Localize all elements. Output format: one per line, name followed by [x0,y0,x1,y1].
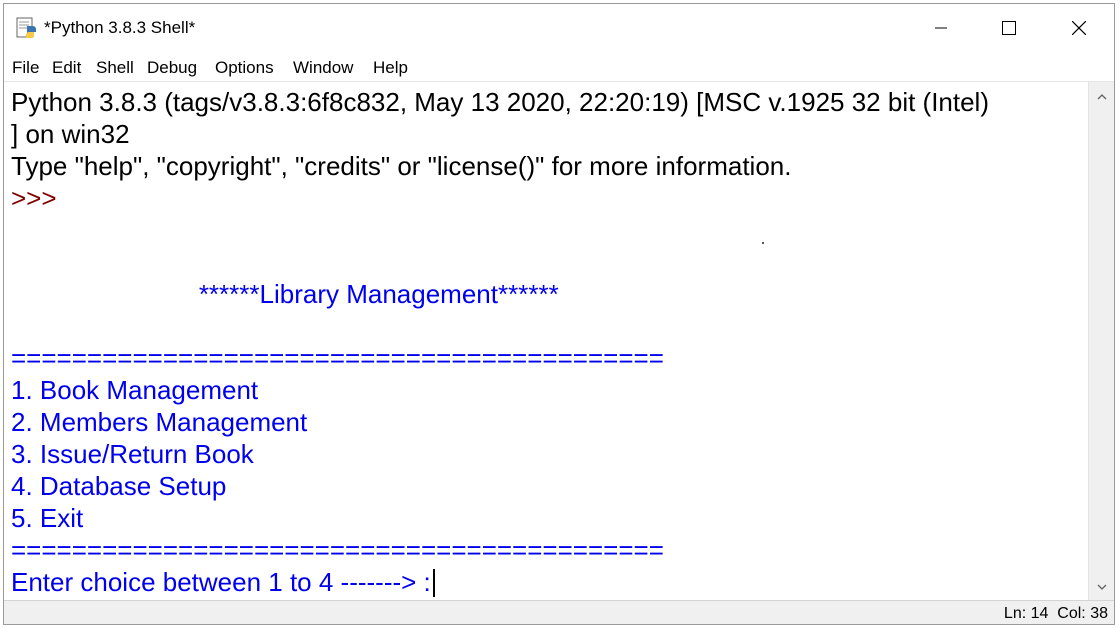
minimize-button[interactable] [906,4,976,52]
menu-file[interactable]: File [12,58,39,78]
menu-option: 5. Exit [11,503,84,533]
menu-help[interactable]: Help [373,58,408,78]
separator-line: ========================================… [11,343,664,373]
menu-option: 3. Issue/Return Book [11,439,254,469]
scroll-up-button[interactable] [1089,86,1114,108]
python-idle-icon [16,16,38,40]
close-icon [1072,21,1086,35]
menu-debug[interactable]: Debug [147,58,197,78]
menu-shell[interactable]: Shell [96,58,134,78]
window-title: *Python 3.8.3 Shell* [44,18,196,37]
menu-options[interactable]: Options [215,58,274,78]
menu-edit[interactable]: Edit [52,58,81,78]
minimize-icon [935,27,947,29]
input-prompt-line: Enter choice between 1 to 4 -------> : [11,567,431,597]
cursor-position: Ln: 14 Col: 38 [1004,605,1108,623]
menu-option: 1. Book Management [11,375,259,405]
line-number: Ln: 14 [1003,605,1049,622]
menu-heading: ******Library Management****** [11,279,559,309]
chevron-up-icon [1097,94,1106,100]
shell-line: Type "help", "copyright", "credits" or "… [11,151,792,181]
shell-line: Python 3.8.3 (tags/v3.8.3:6f8c832, May 1… [11,87,989,117]
shell-prompt: >>> [11,183,64,213]
menu-option: 4. Database Setup [11,471,227,501]
text-cursor [432,569,435,597]
maximize-icon [1002,21,1016,35]
shell-text-area[interactable]: Python 3.8.3 (tags/v3.8.3:6f8c832, May 1… [4,82,1088,600]
vertical-scrollbar[interactable] [1088,82,1114,600]
scroll-down-button[interactable] [1089,576,1114,598]
status-bar: Ln: 14 Col: 38 [4,600,1114,624]
menu-option: 2. Members Management [11,407,308,437]
close-button[interactable] [1044,4,1114,52]
chevron-down-icon [1097,584,1106,590]
idle-shell-window: *Python 3.8.3 Shell* File Edit Shell Deb… [3,3,1115,625]
title-bar[interactable]: *Python 3.8.3 Shell* [4,4,1114,52]
shell-line: ] on win32 [11,119,130,149]
maximize-button[interactable] [974,4,1044,52]
menu-bar: File Edit Shell Debug Options Window Hel… [4,52,1114,82]
menu-window[interactable]: Window [293,58,353,78]
column-number: Col: 38 [1057,605,1108,622]
separator-line: ========================================… [11,535,664,565]
stray-pixel [762,242,764,244]
